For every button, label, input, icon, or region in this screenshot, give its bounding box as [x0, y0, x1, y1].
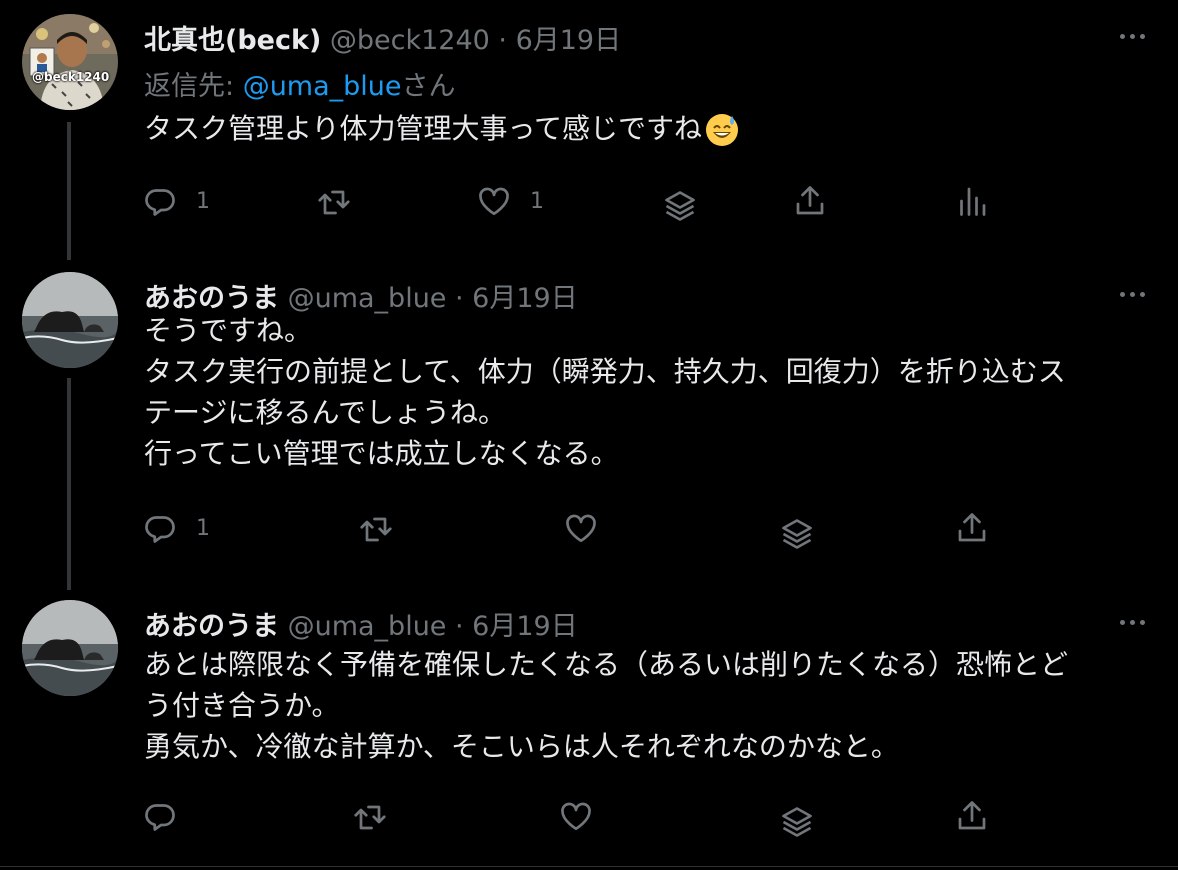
like-button[interactable]	[558, 796, 594, 836]
bottom-divider	[0, 866, 1178, 867]
retweet-icon	[354, 805, 386, 830]
share-icon	[958, 513, 986, 542]
like-count: 1	[530, 188, 544, 214]
tweet[interactable]: あおのうま @uma_blue · 6月19日 あとは際限なく予備を確保したくな…	[0, 592, 1178, 870]
avatar-image	[22, 600, 118, 696]
reply-button[interactable]: 1	[142, 181, 210, 221]
like-icon	[561, 802, 591, 831]
analytics-icon	[960, 187, 986, 216]
tweet[interactable]: あおのうま @uma_blue · 6月19日 そうですね。 タスク実行の前提と…	[0, 262, 1178, 592]
reply-count: 1	[196, 188, 210, 214]
tweet-text: そうですね。 タスク実行の前提として、体力（瞬発力、持久力、回復力）を折り込むス…	[144, 314, 1066, 470]
author-name[interactable]: 北真也(beck)	[144, 25, 321, 56]
reply-button[interactable]: 1	[142, 508, 210, 548]
avatar[interactable]	[22, 272, 118, 368]
retweet-button[interactable]	[358, 508, 394, 548]
author-meta[interactable]: @beck1240 · 6月19日	[330, 25, 621, 56]
reply-count: 1	[196, 515, 210, 541]
tweet-body: タスク管理より体力管理大事って感じですね	[144, 112, 703, 145]
share-button[interactable]	[954, 508, 990, 548]
layers-button[interactable]	[779, 514, 815, 554]
tweet[interactable]: @beck1240 北真也(beck) @beck1240 · 6月19日 返信…	[0, 0, 1178, 262]
retweet-icon	[360, 517, 392, 542]
reply-icon	[145, 804, 175, 831]
more-icon[interactable]	[1118, 612, 1150, 632]
tweet-header: 北真也(beck) @beck1240 · 6月19日	[144, 18, 621, 57]
like-button[interactable]: 1	[476, 181, 544, 221]
more-icon[interactable]	[1118, 26, 1150, 46]
share-icon	[796, 186, 824, 215]
reply-to-prefix: 返信先:	[144, 71, 243, 102]
analytics-button[interactable]	[954, 181, 990, 221]
avatar[interactable]	[22, 600, 118, 696]
share-icon	[958, 801, 986, 830]
reply-to: 返信先: @uma_blueさん	[144, 64, 456, 103]
layers-button[interactable]	[662, 186, 698, 226]
avatar[interactable]: @beck1240	[22, 14, 118, 110]
share-button[interactable]	[954, 796, 990, 836]
retweet-icon	[318, 190, 350, 215]
avatar-caption: @beck1240	[32, 70, 110, 84]
sweat-smile-emoji	[706, 114, 739, 146]
retweet-button[interactable]	[352, 796, 388, 836]
layers-icon	[782, 807, 812, 837]
like-icon	[479, 187, 509, 216]
layers-icon	[782, 519, 812, 549]
like-icon	[566, 514, 596, 543]
share-button[interactable]	[792, 181, 828, 221]
reply-icon	[145, 189, 175, 216]
layers-icon	[665, 191, 695, 221]
reply-icon	[145, 516, 175, 543]
layers-button[interactable]	[779, 802, 815, 842]
retweet-button[interactable]	[316, 181, 352, 221]
like-button[interactable]	[563, 508, 599, 548]
tweet-text: タスク管理より体力管理大事って感じですね	[144, 108, 740, 149]
author-meta[interactable]: @uma_blue · 6月19日	[288, 611, 578, 642]
avatar-image	[22, 14, 118, 110]
author-name[interactable]: あおのうま	[144, 611, 279, 642]
avatar-image	[22, 272, 118, 368]
more-icon[interactable]	[1118, 284, 1150, 304]
tweet-text: あとは際限なく予備を確保したくなる（あるいは削りたくなる）恐怖とど う付き合うか…	[144, 648, 1069, 763]
tweet-header: あおのうま @uma_blue · 6月19日	[144, 604, 578, 643]
reply-to-suffix: さん	[401, 71, 456, 102]
reply-button[interactable]	[142, 796, 178, 836]
reply-to-handle[interactable]: @uma_blue	[243, 71, 402, 102]
